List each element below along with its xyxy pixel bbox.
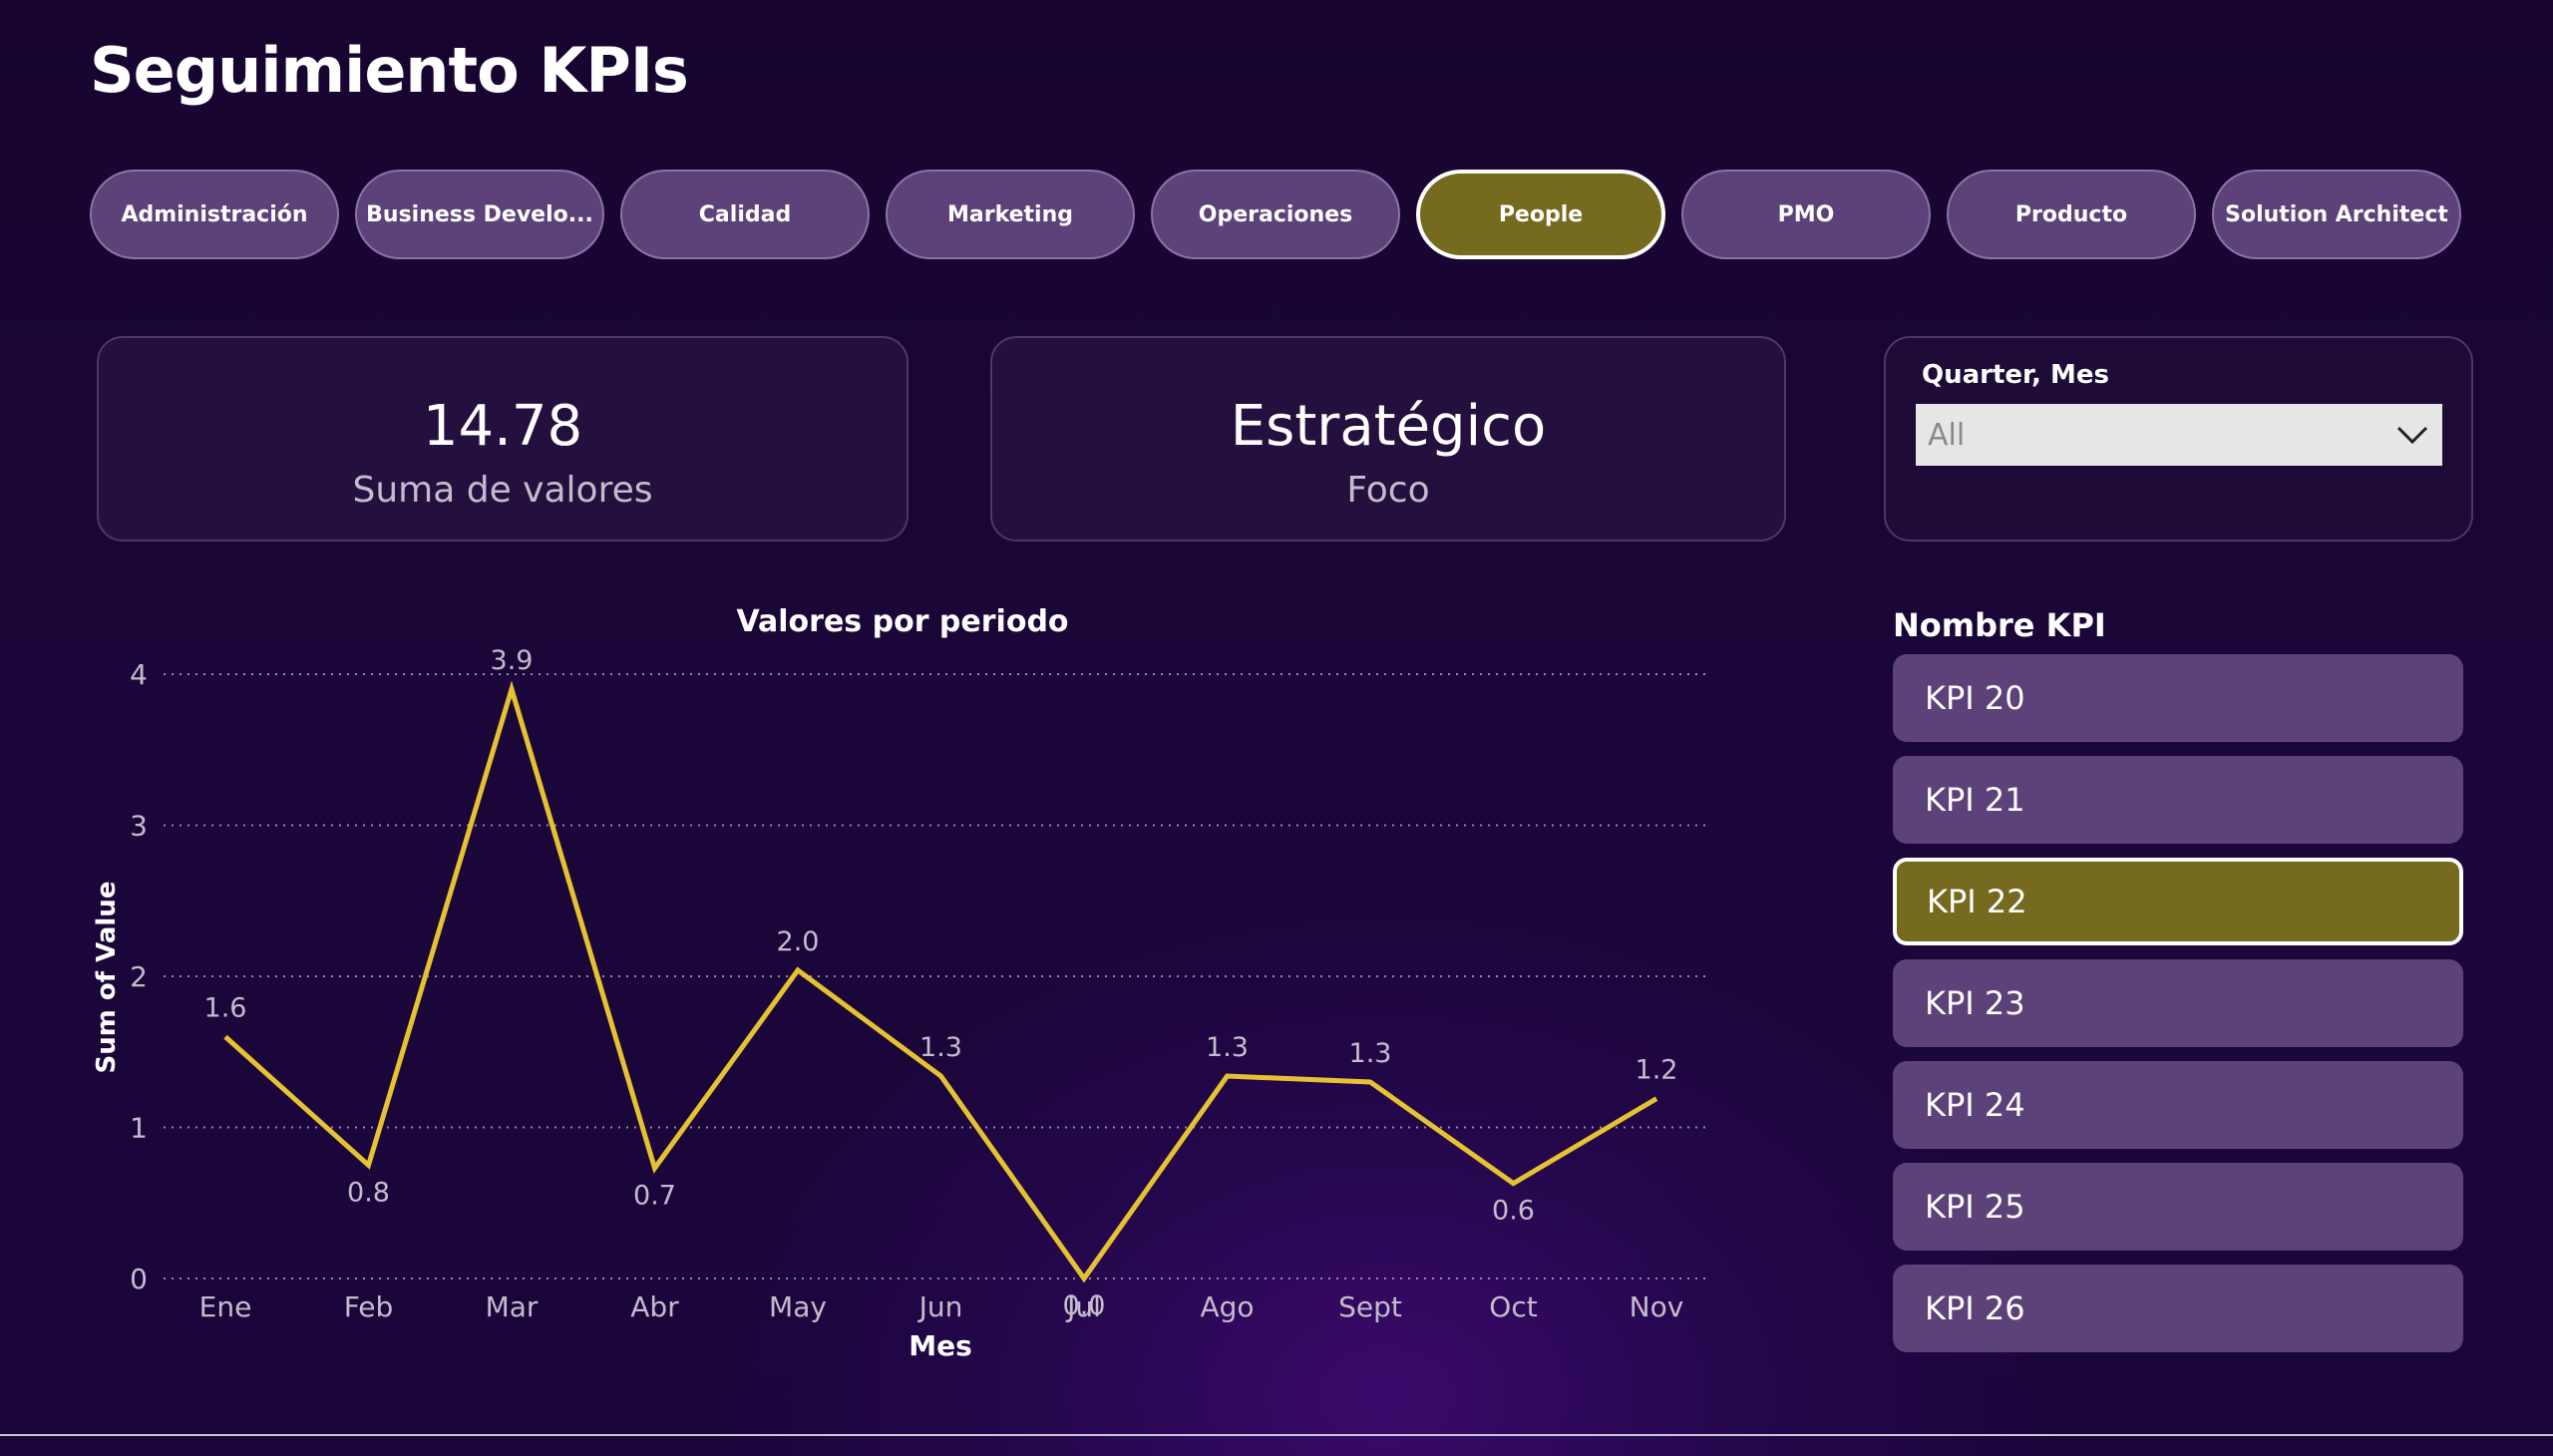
- kpi-item-kpi-20[interactable]: KPI 20: [1893, 654, 2463, 742]
- tab-business-develo[interactable]: Business Develo...: [355, 170, 604, 259]
- sum-value: 14.78: [422, 394, 583, 459]
- sum-label: Suma de valores: [352, 470, 653, 511]
- x-tick-label: Sept: [1338, 1290, 1402, 1323]
- tab-producto[interactable]: Producto: [1947, 170, 2196, 259]
- y-tick-label: 0: [130, 1263, 148, 1295]
- y-tick-label: 2: [130, 960, 148, 993]
- chart-title: Valores por periodo: [736, 604, 1069, 639]
- data-label: 1.3: [1349, 1038, 1392, 1069]
- kpi-list-title: Nombre KPI: [1893, 606, 2106, 644]
- y-ticks: 0 1 2 3 4: [130, 658, 148, 1295]
- category-tabs: Administración Business Develo... Calidad M…: [90, 170, 2463, 261]
- tab-marketing[interactable]: Marketing: [886, 170, 1135, 259]
- grid-lines: [164, 673, 1705, 1279]
- slicer-title: Quarter, Mes: [1922, 360, 2109, 390]
- y-axis-label: Sum of Value: [92, 882, 122, 1074]
- data-label: 1.6: [204, 993, 247, 1024]
- kpi-item-kpi-24[interactable]: KPI 24: [1893, 1061, 2463, 1149]
- focus-label: Foco: [1346, 470, 1430, 511]
- bottom-divider: [0, 1434, 2553, 1436]
- x-tick-label: Abr: [630, 1290, 679, 1323]
- kpi-item-kpi-23[interactable]: KPI 23: [1893, 959, 2463, 1047]
- tab-pmo[interactable]: PMO: [1681, 170, 1931, 259]
- data-label: 3.9: [491, 645, 534, 676]
- focus-value: Estratégico: [1230, 394, 1547, 459]
- quarter-slicer: Quarter, Mes All: [1884, 336, 2473, 542]
- x-tick-label: May: [769, 1290, 827, 1323]
- x-tick-label: Feb: [344, 1290, 394, 1323]
- y-tick-label: 4: [130, 658, 148, 691]
- x-tick-label: Oct: [1489, 1290, 1537, 1323]
- tab-people[interactable]: People: [1416, 170, 1665, 259]
- y-tick-label: 3: [130, 810, 148, 843]
- data-label: 1.3: [919, 1032, 962, 1063]
- x-tick-label: Ago: [1200, 1290, 1254, 1323]
- data-label: 0.6: [1492, 1196, 1535, 1227]
- x-tick-label: Jun: [917, 1290, 963, 1323]
- y-tick-label: 1: [130, 1112, 148, 1145]
- kpi-item-kpi-26[interactable]: KPI 26: [1893, 1265, 2463, 1352]
- focus-card: Estratégico Foco: [990, 336, 1786, 542]
- series-line: [223, 680, 1658, 1283]
- tab-operaciones[interactable]: Operaciones: [1151, 170, 1400, 259]
- page-title: Seguimiento KPIs: [90, 34, 689, 107]
- kpi-item-kpi-21[interactable]: KPI 21: [1893, 756, 2463, 844]
- sum-card: 14.78 Suma de valores: [97, 336, 909, 542]
- data-label: 2.0: [777, 926, 820, 957]
- dropdown-value: All: [1928, 418, 1966, 453]
- line-chart: 01234 Ene Feb Mar Abr May Jun Jul Ago Sept Oct Nov…: [92, 645, 1705, 1362]
- data-label: 0.7: [633, 1180, 676, 1211]
- data-label: 1.3: [1206, 1032, 1249, 1063]
- kpi-item-kpi-22[interactable]: KPI 22: [1893, 858, 2463, 945]
- data-label: 1.2: [1636, 1055, 1678, 1086]
- tab-administraci-n[interactable]: Administración: [90, 170, 339, 259]
- data-label: 0.8: [347, 1177, 390, 1208]
- tab-calidad[interactable]: Calidad: [620, 170, 870, 259]
- x-tick-label: Nov: [1630, 1290, 1684, 1323]
- tab-solution-architect[interactable]: Solution Architect: [2212, 170, 2461, 259]
- x-ticks: Ene Feb Mar Abr May Jun Jul Ago Sept Oct Nov: [199, 1290, 1684, 1323]
- kpi-item-kpi-25[interactable]: KPI 25: [1893, 1163, 2463, 1251]
- quarter-dropdown[interactable]: All: [1916, 404, 2442, 466]
- data-label: 0.0: [1063, 1290, 1106, 1321]
- chevron-down-icon: [2396, 426, 2428, 445]
- x-axis-label: Mes: [909, 1329, 972, 1362]
- x-tick-label: Mar: [486, 1290, 539, 1323]
- x-tick-label: Ene: [199, 1290, 252, 1323]
